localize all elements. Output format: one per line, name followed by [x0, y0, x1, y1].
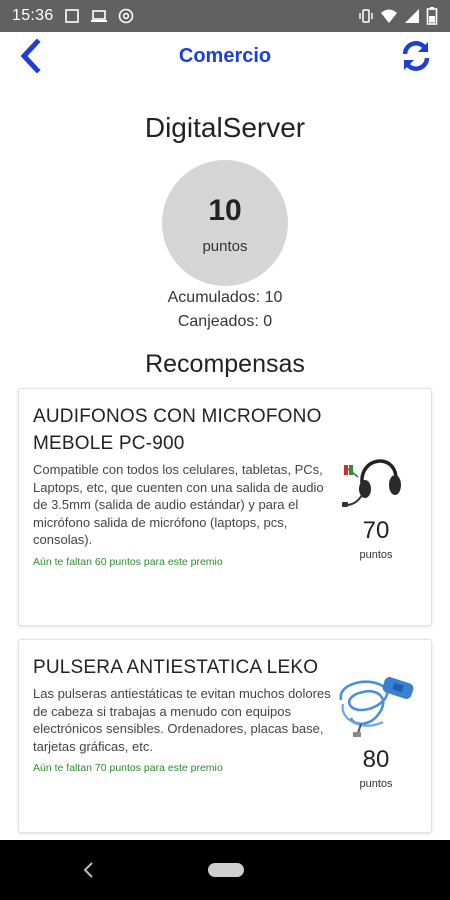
points-circle: 10 puntos — [162, 160, 288, 286]
reward-title: AUDIFONOS CON MICROFONO MEBOLE PC-900 — [33, 406, 322, 454]
vibrate-icon — [358, 8, 374, 24]
status-left: 15:36 — [12, 7, 134, 25]
antistatic-wristband-icon — [339, 677, 414, 737]
reward-title: PULSERA ANTIESTATICA LEKO — [33, 657, 319, 678]
status-bar: 15:36 — [0, 0, 450, 32]
reward-text: PULSERA ANTIESTATICA LEKO Las pulseras a… — [33, 654, 333, 774]
reward-card[interactable]: PULSERA ANTIESTATICA LEKO Las pulseras a… — [18, 639, 432, 833]
redeemed-points: Canjeados: 0 — [177, 313, 273, 330]
nav-home-button[interactable] — [208, 863, 244, 877]
reward-points: 80 — [362, 746, 390, 773]
merchant-name: DigitalServer — [144, 112, 306, 143]
reward-points: 70 — [362, 517, 390, 544]
battery-icon — [426, 7, 438, 25]
chevron-left-icon — [20, 39, 41, 73]
refresh-button[interactable] — [396, 36, 436, 76]
at-sign-icon — [118, 8, 134, 24]
refresh-icon — [402, 41, 430, 71]
reward-points-unit: puntos — [359, 549, 393, 561]
reward-text: AUDIFONOS CON MICROFONO MEBOLE PC-900 Co… — [33, 403, 333, 568]
reward-side: 80 puntos — [331, 670, 421, 790]
headset-icon — [342, 459, 401, 507]
reward-side: 70 puntos — [331, 447, 421, 561]
status-time: 15:36 — [12, 7, 54, 24]
accumulated-points: Acumulados: 10 — [167, 289, 283, 306]
back-button[interactable] — [12, 36, 48, 76]
reward-description: Las pulseras antiestáticas te evitan muc… — [33, 686, 331, 754]
reward-missing-points: Aún te faltan 60 puntos para este premio — [33, 555, 223, 568]
page-title: Comercio — [178, 44, 272, 67]
reward-missing-points: Aún te faltan 70 puntos para este premio — [33, 762, 223, 774]
rewards-section-title: Recompensas — [145, 350, 305, 378]
points-unit: puntos — [202, 237, 248, 255]
reward-points-unit: puntos — [359, 778, 393, 790]
nav-back-button[interactable] — [76, 858, 100, 882]
wifi-icon — [380, 8, 398, 24]
notification-icon — [64, 8, 80, 24]
chevron-left-icon — [83, 862, 93, 878]
app-header: Comercio — [0, 32, 450, 80]
navigation-bar — [0, 840, 450, 900]
reward-card[interactable]: AUDIFONOS CON MICROFONO MEBOLE PC-900 Co… — [18, 388, 432, 626]
points-value: 10 — [208, 193, 242, 227]
reward-description: Compatible con todos los celulares, tabl… — [33, 462, 324, 547]
status-right — [358, 7, 438, 25]
signal-icon — [404, 8, 420, 24]
laptop-icon — [90, 8, 108, 24]
